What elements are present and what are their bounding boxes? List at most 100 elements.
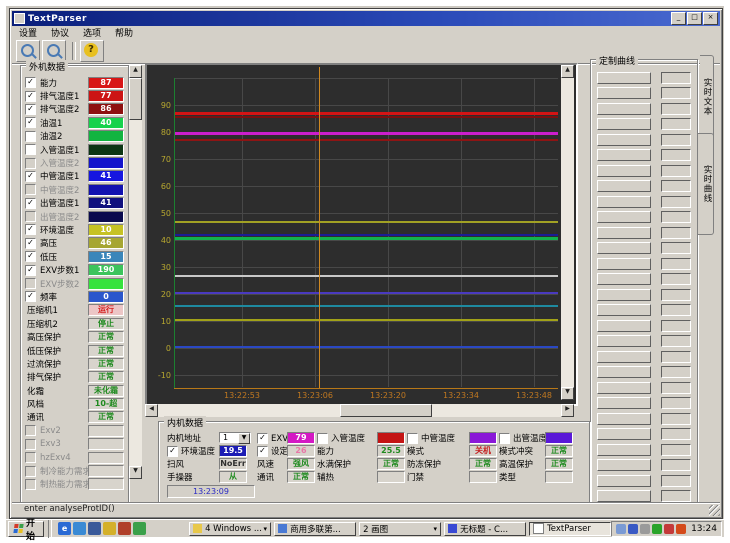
taskbar-button[interactable]: 无标题 - C... bbox=[444, 522, 526, 536]
curve-value-box[interactable] bbox=[661, 366, 691, 378]
curve-slot-button[interactable] bbox=[597, 149, 651, 161]
checkbox[interactable] bbox=[25, 131, 36, 142]
mail-icon[interactable] bbox=[103, 522, 116, 535]
checkbox[interactable] bbox=[317, 433, 328, 444]
curve-slot-button[interactable] bbox=[597, 459, 651, 471]
media-icon[interactable] bbox=[118, 522, 131, 535]
curve-slot-button[interactable] bbox=[597, 335, 651, 347]
curve-value-box[interactable] bbox=[661, 196, 691, 208]
chart-vertical-scrollbar[interactable]: ▲ ▼ bbox=[561, 65, 574, 400]
ie-icon[interactable]: e bbox=[58, 522, 71, 535]
curve-value-box[interactable] bbox=[661, 87, 691, 99]
title-bar[interactable]: TextParser _ □ × bbox=[12, 11, 720, 26]
checkbox[interactable]: ✓ bbox=[25, 198, 36, 209]
curve-slot-button[interactable] bbox=[597, 428, 651, 440]
checkbox[interactable] bbox=[25, 144, 36, 155]
maximize-button[interactable]: □ bbox=[687, 12, 702, 25]
taskbar-button[interactable]: 4 Windows ...▾ bbox=[189, 522, 271, 536]
curve-value-box[interactable] bbox=[661, 180, 691, 192]
explorer-icon[interactable] bbox=[133, 522, 146, 535]
curve-slot-button[interactable] bbox=[597, 180, 651, 192]
checkbox[interactable] bbox=[25, 466, 36, 477]
checkbox[interactable]: ✓ bbox=[257, 433, 268, 444]
curve-value-box[interactable] bbox=[661, 273, 691, 285]
menu-item[interactable]: 设置 bbox=[12, 26, 44, 39]
taskbar-clock[interactable]: 13:24 bbox=[691, 524, 717, 534]
checkbox[interactable]: ✓ bbox=[25, 77, 36, 88]
curve-slot-button[interactable] bbox=[597, 304, 651, 316]
tray-icon[interactable] bbox=[676, 524, 686, 534]
curve-slot-button[interactable] bbox=[597, 366, 651, 378]
curve-value-box[interactable] bbox=[661, 304, 691, 316]
show-desktop-icon[interactable] bbox=[88, 522, 101, 535]
curve-slot-button[interactable] bbox=[597, 475, 651, 487]
tab-active[interactable]: 实时曲线 bbox=[698, 133, 714, 235]
curve-value-box[interactable] bbox=[661, 134, 691, 146]
checkbox[interactable]: ✓ bbox=[25, 238, 36, 249]
tray-icon[interactable] bbox=[664, 524, 674, 534]
taskbar-button[interactable]: 商用多联第... bbox=[274, 522, 356, 536]
indoor-address-dropdown[interactable]: 1▼ bbox=[219, 432, 251, 443]
checkbox[interactable] bbox=[407, 433, 418, 444]
taskbar-button-active[interactable]: TextParser bbox=[529, 522, 611, 536]
curve-value-box[interactable] bbox=[661, 242, 691, 254]
tray-icon[interactable] bbox=[652, 524, 662, 534]
curve-value-box[interactable] bbox=[661, 351, 691, 363]
curve-value-box[interactable] bbox=[661, 397, 691, 409]
checkbox[interactable]: ✓ bbox=[167, 446, 178, 457]
curve-value-box[interactable] bbox=[661, 258, 691, 270]
checkbox[interactable]: ✓ bbox=[25, 171, 36, 182]
menu-item[interactable]: 帮助 bbox=[108, 26, 140, 39]
curve-value-box[interactable] bbox=[661, 149, 691, 161]
curve-value-box[interactable] bbox=[661, 413, 691, 425]
curve-value-box[interactable] bbox=[661, 459, 691, 471]
curve-slot-button[interactable] bbox=[597, 382, 651, 394]
curve-value-box[interactable] bbox=[661, 444, 691, 456]
checkbox[interactable] bbox=[499, 433, 510, 444]
checkbox[interactable]: ✓ bbox=[25, 265, 36, 276]
curve-value-box[interactable] bbox=[661, 428, 691, 440]
checkbox[interactable] bbox=[25, 439, 36, 450]
close-button[interactable]: × bbox=[703, 12, 718, 25]
checkbox[interactable]: ✓ bbox=[257, 446, 268, 457]
checkbox[interactable] bbox=[25, 211, 36, 222]
curve-slot-button[interactable] bbox=[597, 87, 651, 99]
curve-value-box[interactable] bbox=[661, 165, 691, 177]
tray-icon[interactable] bbox=[628, 524, 638, 534]
curve-slot-button[interactable] bbox=[597, 320, 651, 332]
curve-value-box[interactable] bbox=[661, 320, 691, 332]
zoom-in-button[interactable] bbox=[16, 40, 40, 62]
curve-value-box[interactable] bbox=[661, 475, 691, 487]
checkbox[interactable] bbox=[25, 479, 36, 490]
tab-inactive[interactable]: 实时文本 bbox=[700, 55, 714, 139]
taskbar-button[interactable]: 2 画图▾ bbox=[359, 522, 441, 536]
help-button[interactable]: ? bbox=[80, 40, 104, 62]
curve-slot-button[interactable] bbox=[597, 227, 651, 239]
curve-slot-button[interactable] bbox=[597, 211, 651, 223]
menu-item[interactable]: 协议 bbox=[44, 26, 76, 39]
curve-value-box[interactable] bbox=[661, 118, 691, 130]
curve-slot-button[interactable] bbox=[597, 444, 651, 456]
chevron-down-icon[interactable]: ▾ bbox=[434, 525, 438, 533]
resize-grip[interactable] bbox=[709, 505, 720, 516]
chart-cursor-line[interactable] bbox=[319, 67, 320, 388]
tray-icon[interactable] bbox=[616, 524, 626, 534]
zoom-out-button[interactable] bbox=[42, 40, 66, 62]
scrollbar-thumb[interactable] bbox=[340, 404, 432, 417]
minimize-button[interactable]: _ bbox=[671, 12, 686, 25]
curve-slot-button[interactable] bbox=[597, 351, 651, 363]
curve-slot-button[interactable] bbox=[597, 289, 651, 301]
curve-slot-button[interactable] bbox=[597, 397, 651, 409]
checkbox[interactable]: ✓ bbox=[25, 251, 36, 262]
curve-value-box[interactable] bbox=[661, 382, 691, 394]
checkbox[interactable] bbox=[25, 158, 36, 169]
sidebar-scrollbar[interactable]: ▲ ▼ bbox=[129, 65, 142, 479]
checkbox[interactable]: ✓ bbox=[25, 224, 36, 235]
curve-slot-button[interactable] bbox=[597, 490, 651, 502]
curve-value-box[interactable] bbox=[661, 227, 691, 239]
checkbox[interactable]: ✓ bbox=[25, 91, 36, 102]
curve-slot-button[interactable] bbox=[597, 165, 651, 177]
msn-icon[interactable] bbox=[73, 522, 86, 535]
checkbox[interactable] bbox=[25, 184, 36, 195]
checkbox[interactable]: ✓ bbox=[25, 117, 36, 128]
